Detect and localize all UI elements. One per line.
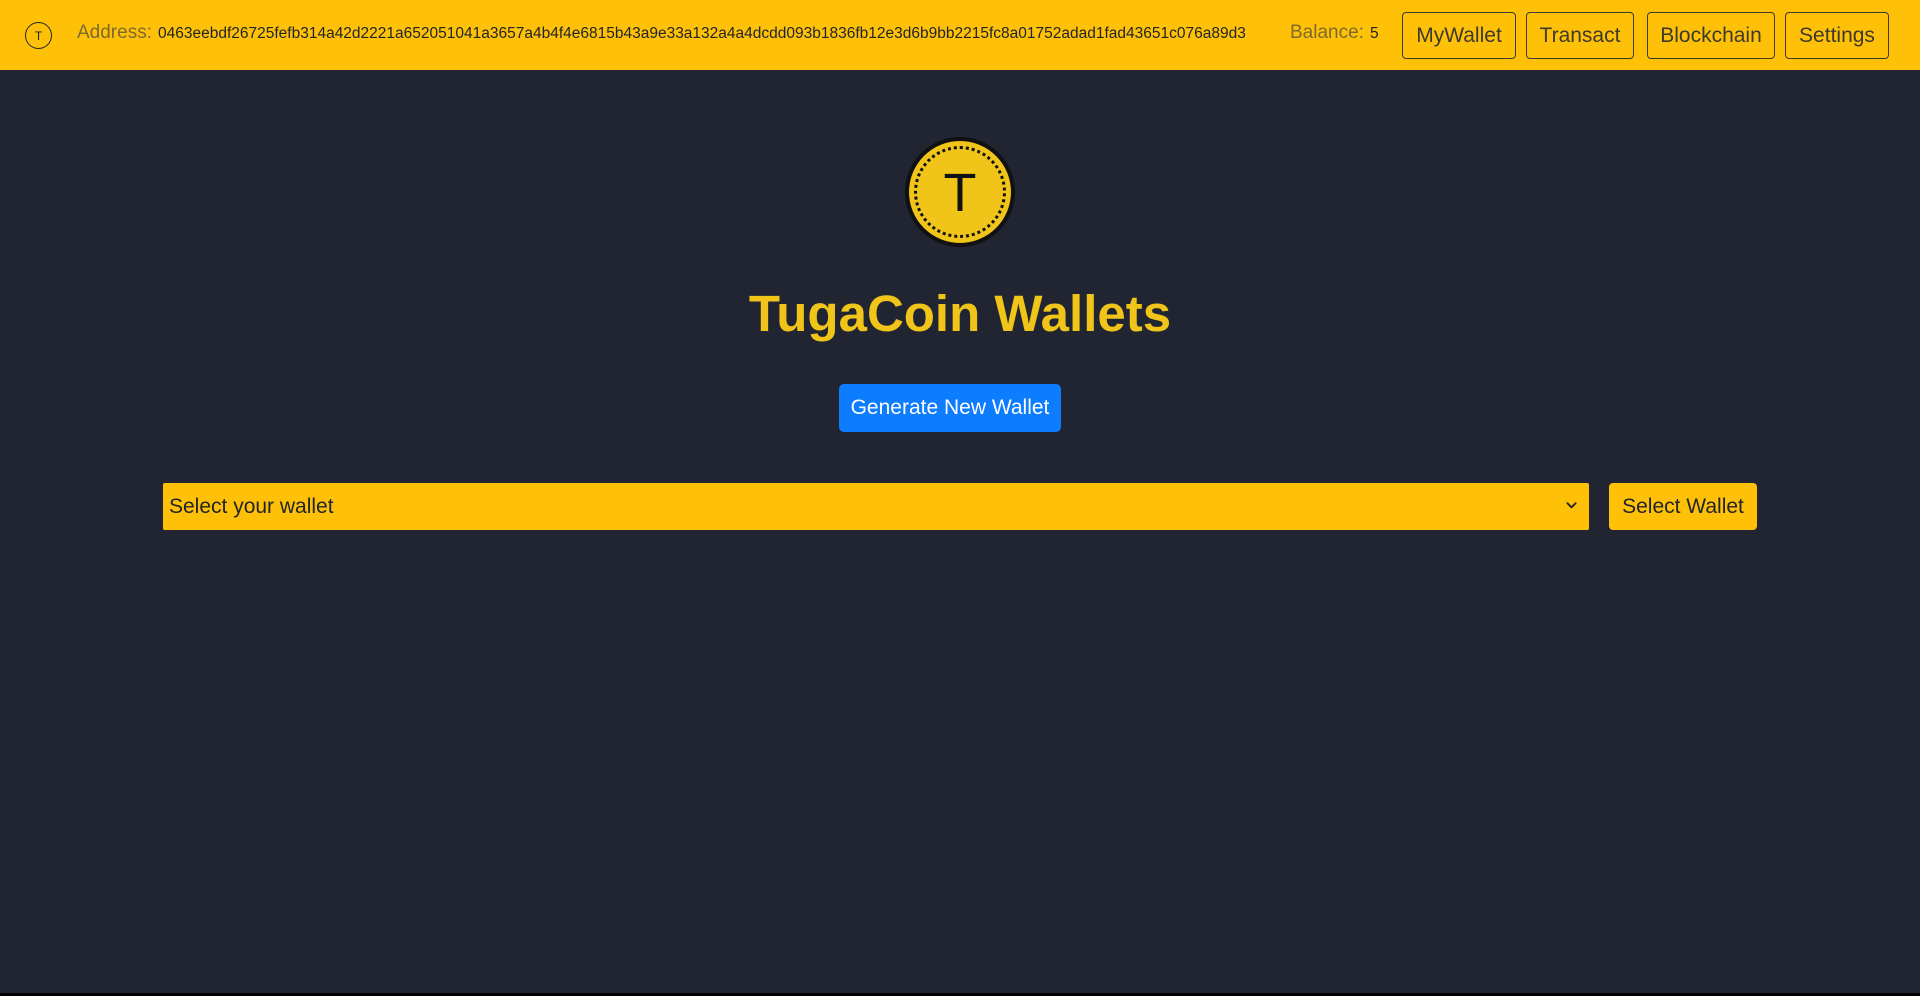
blockchain-button[interactable]: Blockchain xyxy=(1647,12,1775,59)
wallet-select[interactable]: Select your wallet xyxy=(163,483,1589,530)
coin-letter: T xyxy=(943,163,977,223)
select-wallet-button[interactable]: Select Wallet xyxy=(1609,483,1757,530)
chevron-down-icon xyxy=(1566,502,1577,509)
settings-button[interactable]: Settings xyxy=(1785,12,1889,59)
page-title: TugaCoin Wallets xyxy=(748,285,1172,342)
transact-button[interactable]: Transact xyxy=(1526,12,1634,59)
balance-display: Balance: 5 xyxy=(1290,22,1379,44)
generate-new-wallet-button[interactable]: Generate New Wallet xyxy=(839,384,1061,432)
mywallet-button[interactable]: MyWallet xyxy=(1402,12,1516,59)
balance-label: Balance: xyxy=(1290,22,1364,43)
address-value: 0463eebdf26725fefb314a42d2221a652051041a… xyxy=(157,25,1246,42)
balance-value: 5 xyxy=(1369,25,1379,42)
top-navbar: T Address: 0463eebdf26725fefb314a42d2221… xyxy=(0,0,1920,70)
nav-logo-letter: T xyxy=(34,28,43,43)
address-display: Address: 0463eebdf26725fefb314a42d2221a6… xyxy=(77,22,1246,48)
wallet-select-value: Select your wallet xyxy=(169,494,334,518)
address-label: Address: xyxy=(77,22,152,43)
coin-logo-icon[interactable]: T xyxy=(25,22,52,49)
coin-icon: T xyxy=(905,137,1015,247)
